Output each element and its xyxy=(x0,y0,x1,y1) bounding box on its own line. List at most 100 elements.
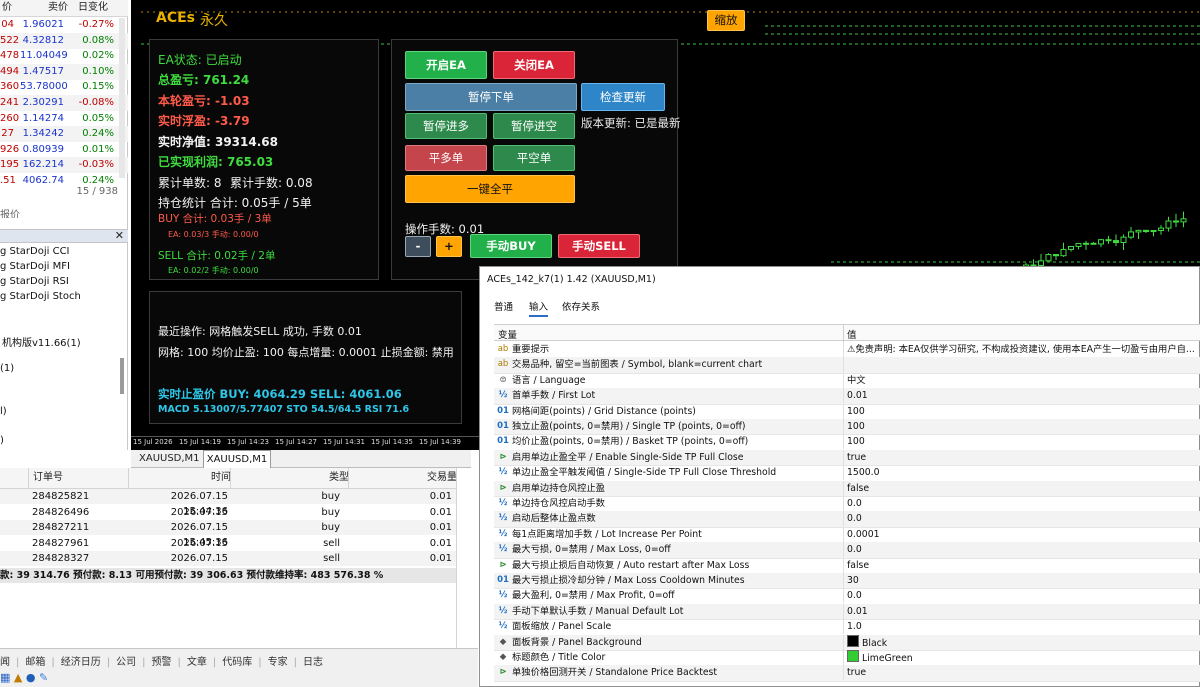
param-value[interactable]: false xyxy=(847,481,869,496)
param-row[interactable]: ½ 最大盈利, 0=禁用 / Max Profit, 0=off 0.0 xyxy=(494,588,1200,605)
close-short-button[interactable]: 平空单 xyxy=(493,145,575,171)
param-row[interactable]: ⊳ 最大亏损止损后自动恢复 / Auto restart after Max Lo… xyxy=(494,557,1200,574)
collapse-button[interactable]: 缩放 xyxy=(707,10,745,31)
table-row[interactable]: 284825821 2026.07.15 15:44:36 buy 0.01 xyxy=(0,489,456,517)
col-header-type[interactable]: 类型▲ xyxy=(230,468,363,489)
param-row[interactable]: ◆ 标题颜色 / Title Color LimeGreen xyxy=(494,650,1200,667)
param-row[interactable]: ⊳ 单独价格回测开关 / Standalone Price Backtest tru… xyxy=(494,665,1200,682)
stop-ea-button[interactable]: 关闭EA xyxy=(493,51,575,79)
navigator-item[interactable]: (1) xyxy=(0,363,14,374)
scrollbar[interactable] xyxy=(119,18,125,178)
param-row[interactable]: 01 独立止盈(points, 0=禁用) / Single TP (points… xyxy=(494,419,1200,436)
market-watch-row[interactable]: 260 1.14274 0.05% xyxy=(0,111,128,127)
param-value[interactable]: LimeGreen xyxy=(847,650,913,666)
navigator-item[interactable]: l) xyxy=(0,406,7,417)
tab-inputs[interactable]: 输入 xyxy=(529,299,549,317)
param-value[interactable]: true xyxy=(847,665,866,680)
toolbox-tab[interactable]: 专家 xyxy=(268,657,288,668)
param-value[interactable]: 0.0 xyxy=(847,588,862,603)
param-value[interactable]: 0.0 xyxy=(847,511,862,526)
param-row[interactable]: ½ 手动下单默认手数 / Manual Default Lot 0.01 xyxy=(494,603,1200,621)
market-watch-row[interactable]: 04 1.96021 -0.27% xyxy=(0,17,128,33)
navigator-item[interactable]: g StarDoji CCI xyxy=(0,246,70,257)
param-value[interactable]: 100 xyxy=(847,434,865,449)
pause-short-button[interactable]: 暂停进空 xyxy=(493,113,575,139)
param-value[interactable]: true xyxy=(847,450,866,465)
param-row[interactable]: ½ 最大亏损, 0=禁用 / Max Loss, 0=off 0.0 xyxy=(494,542,1200,559)
param-value[interactable]: 30 xyxy=(847,573,859,588)
param-value[interactable]: Black xyxy=(847,634,887,651)
navigator-item[interactable]: g StarDoji RSI xyxy=(0,276,69,287)
navigator-item[interactable]: g StarDoji Stoch xyxy=(0,291,81,302)
col-header-bid[interactable]: 价 xyxy=(0,0,22,17)
table-row[interactable]: 2848264962026.07.15 15:45:02buy0.01 xyxy=(0,505,456,533)
chart-tab[interactable]: XAUUSD,M1 xyxy=(139,451,200,467)
col-header-time[interactable]: 时间 xyxy=(128,468,235,489)
close-all-button[interactable]: 一键全平 xyxy=(405,175,575,203)
toolbox-tab[interactable]: 预警 xyxy=(152,657,172,668)
param-row[interactable]: ⊜ 语言 / Language 中文 xyxy=(494,372,1200,390)
market-watch-row[interactable]: 241 2.30291 -0.08% xyxy=(0,95,128,111)
param-value[interactable]: 0.0 xyxy=(847,542,862,557)
param-row[interactable]: 01 最大亏损止损冷却分钟 / Max Loss Cooldown Minutes… xyxy=(494,573,1200,590)
tab-general[interactable]: 普通 xyxy=(494,299,513,313)
param-row[interactable]: ½ 面板缩放 / Panel Scale 1.0 xyxy=(494,619,1200,636)
col-header-ask[interactable]: 卖价 xyxy=(20,0,72,17)
pause-order-button[interactable]: 暂停下单 xyxy=(405,83,577,111)
toolbox-tab[interactable]: 闻 xyxy=(0,657,10,668)
market-watch-row[interactable]: 195 162.214 -0.03% xyxy=(0,157,128,174)
param-row[interactable]: ◆ 面板背景 / Panel Background Black xyxy=(494,634,1200,651)
close-long-button[interactable]: 平多单 xyxy=(405,145,487,171)
toolbox-tab[interactable]: 经济日历 xyxy=(61,657,101,668)
chart-tab-active[interactable]: XAUUSD,M1 xyxy=(203,450,271,468)
lot-decrease-button[interactable]: - xyxy=(405,236,431,257)
param-value[interactable]: 中文 xyxy=(847,373,866,388)
toolbox-tab[interactable]: 文章 xyxy=(187,657,207,668)
tab-dependencies[interactable]: 依存关系 xyxy=(562,299,600,313)
close-icon[interactable]: ✕ xyxy=(115,229,124,242)
toolbox-tab[interactable]: 公司 xyxy=(116,657,136,668)
param-row[interactable]: ⊳ 启用单边止盈全平 / Enable Single-Side TP Full C… xyxy=(494,449,1200,467)
market-watch-row[interactable]: 522 4.32812 0.08% xyxy=(0,32,128,49)
param-row[interactable]: ab 交易品种, 留空=当前图表 / Symbol, blank=current … xyxy=(494,357,1200,374)
check-update-button[interactable]: 检查更新 xyxy=(581,83,665,111)
param-value[interactable]: ⚠免责声明: 本EA仅供学习研究, 不构成投资建议, 使用本EA产生一切盈亏由用… xyxy=(847,342,1195,357)
col-header-change[interactable]: 日变化 xyxy=(68,0,118,17)
lot-increase-button[interactable]: + xyxy=(436,236,462,257)
tools-icon[interactable]: ✎ xyxy=(39,671,48,684)
market-watch-row[interactable]: 478 11.04049 0.02% xyxy=(0,48,128,64)
pause-long-button[interactable]: 暂停进多 xyxy=(405,113,487,139)
param-value[interactable]: 100 xyxy=(847,404,865,419)
param-row[interactable]: ½ 单边止盈全平触发阈值 / Single-Side TP Full Close … xyxy=(494,465,1200,482)
scrollbar[interactable] xyxy=(120,358,124,394)
vps-icon[interactable]: ● xyxy=(26,671,36,684)
signal-icon[interactable]: ▲ xyxy=(14,671,22,684)
param-value[interactable]: 1.0 xyxy=(847,619,862,634)
col-header-volume[interactable]: 交易量 xyxy=(348,468,461,489)
navigator-item[interactable]: ) xyxy=(0,435,4,446)
param-value[interactable]: 0.0001 xyxy=(847,527,880,542)
toolbox-tab[interactable]: 日志 xyxy=(303,657,323,668)
param-value[interactable]: 0.01 xyxy=(847,604,868,619)
table-row[interactable]: 284827211 2026.07.15 15:45:36 buy 0.01 xyxy=(0,520,456,548)
param-value[interactable]: 0.01 xyxy=(847,388,868,403)
param-row[interactable]: ½ 每1点距离增加手数 / Lot Increase Per Point 0.000… xyxy=(494,526,1200,544)
param-row[interactable]: 01 均价止盈(points, 0=禁用) / Basket TP (points… xyxy=(494,434,1200,451)
table-row[interactable]: 2848279612026.07.15 15:46:55sell0.01 xyxy=(0,536,456,564)
col-header-order[interactable]: 订单号 xyxy=(28,468,133,489)
toolbox-tab[interactable]: 邮箱 xyxy=(25,657,45,668)
param-row[interactable]: 01 网格间距(points) / Grid Distance (points) 1… xyxy=(494,403,1200,420)
market-watch-row[interactable]: 27 1.34242 0.24% xyxy=(0,126,128,143)
market-watch-row[interactable]: 926 0.80939 0.01% xyxy=(0,142,128,158)
start-ea-button[interactable]: 开启EA xyxy=(405,51,487,79)
param-row[interactable]: ½ 首单手数 / First Lot 0.01 xyxy=(494,388,1200,405)
param-row[interactable]: ⊳ 启用单边持仓风控止盈 false xyxy=(494,480,1200,497)
toolbox-tab[interactable]: 代码库 xyxy=(222,657,252,668)
param-row[interactable]: ½ 单边持仓风控启动手数 0.0 xyxy=(494,496,1200,513)
param-value[interactable]: false xyxy=(847,558,869,573)
table-row[interactable]: 2848283272026.07.15 15:47:28sell0.01 xyxy=(0,551,456,579)
param-value[interactable]: 1500.0 xyxy=(847,465,880,480)
manual-sell-button[interactable]: 手动SELL xyxy=(558,234,640,258)
param-value[interactable]: 100 xyxy=(847,419,865,434)
market-watch-row[interactable]: 360 53.78000 0.15% xyxy=(0,79,128,95)
